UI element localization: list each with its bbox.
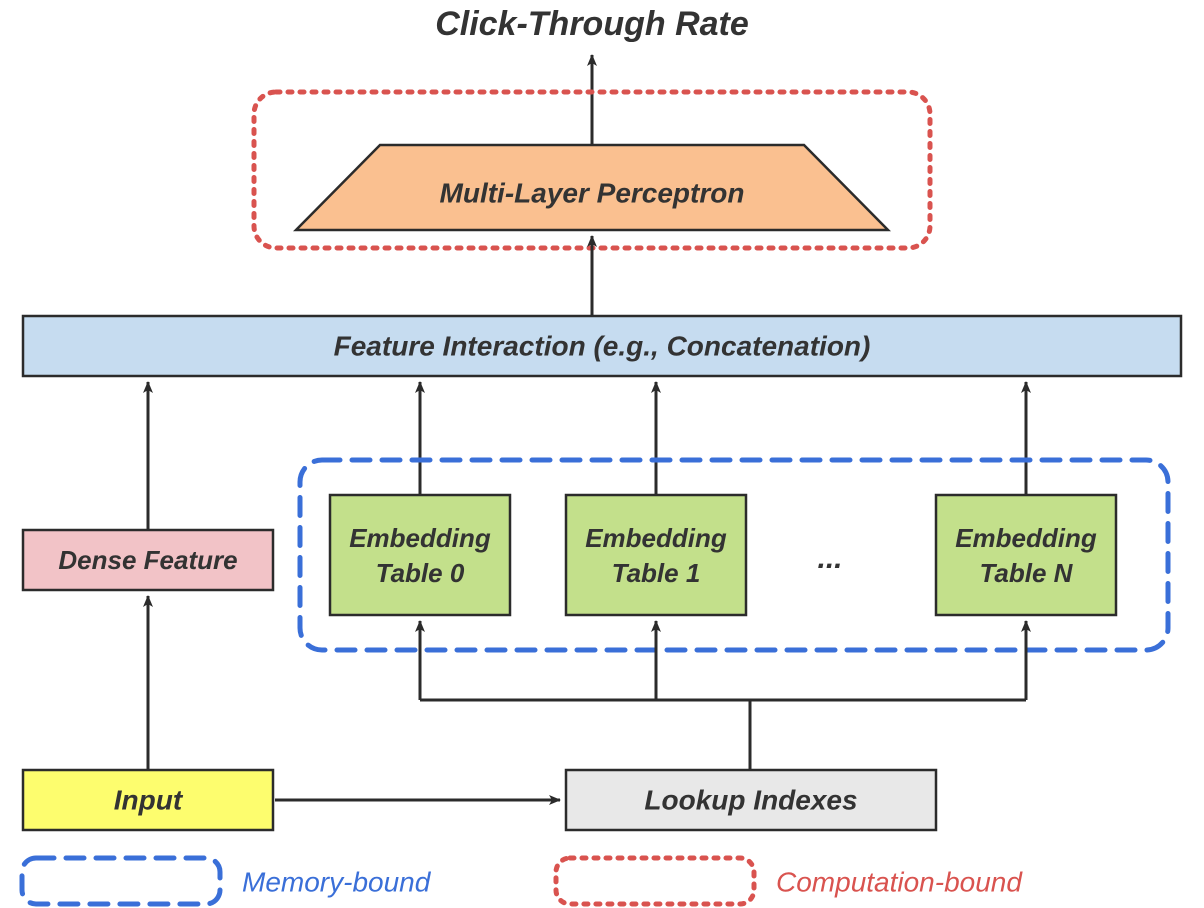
legend-memory-swatch (22, 858, 220, 904)
mlp-label: Multi-Layer Perceptron (440, 177, 745, 208)
embedding-n-label-1: Embedding (955, 523, 1097, 553)
legend-memory-label: Memory-bound (242, 866, 432, 897)
legend-compute-label: Computation-bound (776, 866, 1023, 897)
embedding-table-1 (566, 495, 746, 615)
embedding-table-n (936, 495, 1116, 615)
ellipsis: ... (817, 542, 842, 575)
embedding-n-label-2: Table N (980, 558, 1074, 588)
embedding-table-0 (330, 495, 510, 615)
embedding-0-label-2: Table 0 (376, 558, 465, 588)
lookup-fanout-path (420, 700, 1026, 770)
dense-feature-label: Dense Feature (58, 545, 237, 575)
input-label: Input (114, 784, 184, 815)
legend-compute-swatch (556, 858, 754, 904)
embedding-1-label-1: Embedding (585, 523, 727, 553)
diagram-title: Click-Through Rate (435, 5, 749, 43)
lookup-indexes-label: Lookup Indexes (644, 784, 857, 815)
embedding-1-label-2: Table 1 (612, 558, 701, 588)
feature-interaction-label: Feature Interaction (e.g., Concatenation… (334, 330, 871, 361)
embedding-0-label-1: Embedding (349, 523, 491, 553)
